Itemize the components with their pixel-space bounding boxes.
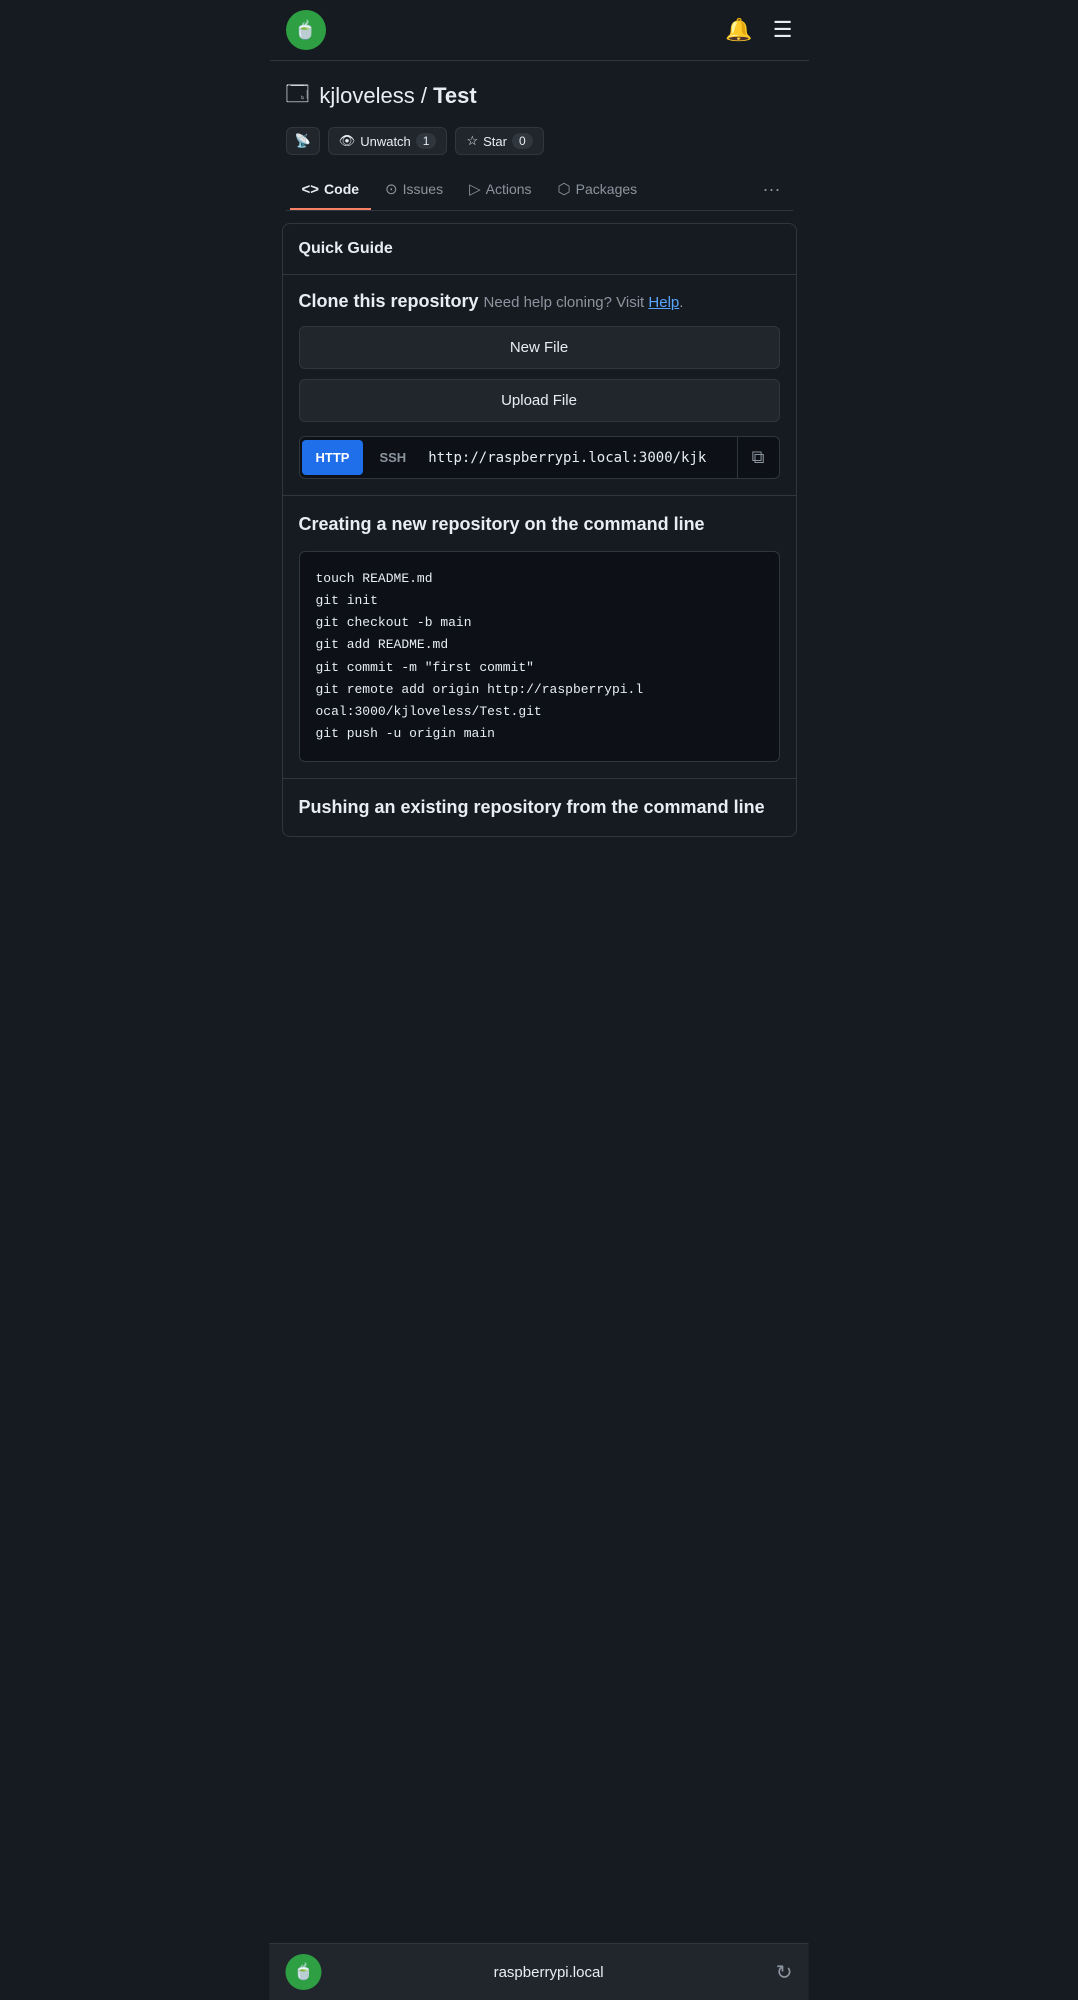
tab-code[interactable]: <> Code (290, 171, 372, 210)
star-icon: ☆ (466, 133, 478, 149)
rss-icon: 📡 (295, 133, 311, 149)
bell-icon[interactable]: 🔔 (725, 17, 752, 43)
command-code-block: touch README.md git init git checkout -b… (299, 551, 780, 762)
issues-tab-icon: ⊙ (385, 180, 398, 198)
clone-section: Clone this repository Need help cloning?… (283, 275, 796, 496)
code-line-6: git remote add origin http://raspberrypi… (316, 679, 763, 701)
star-label: Star (483, 134, 507, 149)
bottom-logo-emoji: 🍵 (294, 1962, 314, 1982)
http-proto-button[interactable]: HTTP (302, 440, 364, 475)
bottom-url-label: raspberrypi.local (494, 1964, 604, 1981)
eye-icon: 👁 (339, 133, 356, 149)
clone-url-text: http://raspberrypi.local:3000/kjk (420, 440, 736, 476)
repository-icon: 🗔 (286, 77, 310, 115)
star-button[interactable]: ☆ Star 0 (455, 127, 543, 155)
rss-button[interactable]: 📡 (286, 127, 320, 155)
issues-tab-label: Issues (403, 181, 443, 197)
quick-guide-title: Quick Guide (299, 240, 393, 257)
clone-help-link[interactable]: Help (648, 294, 679, 311)
code-line-2: git init (316, 590, 763, 612)
code-line-1: touch README.md (316, 568, 763, 590)
copy-url-button[interactable]: ⧉ (737, 437, 779, 478)
clone-header: Clone this repository Need help cloning?… (299, 291, 780, 312)
quick-guide-card: Quick Guide Clone this repository Need h… (282, 223, 797, 837)
tab-actions[interactable]: ▷ Actions (457, 170, 543, 210)
tab-packages[interactable]: ⬡ Packages (546, 170, 650, 210)
unwatch-label: Unwatch (360, 134, 411, 149)
app-logo[interactable]: 🍵 (286, 10, 326, 50)
command-section-title: Creating a new repository on the command… (299, 512, 780, 537)
tabs-more-button[interactable]: ··· (755, 169, 789, 210)
clone-help-suffix: . (679, 294, 683, 311)
create-repo-section: Creating a new repository on the command… (283, 496, 796, 779)
tab-issues[interactable]: ⊙ Issues (373, 170, 455, 210)
main-content: Quick Guide Clone this repository Need h… (270, 211, 809, 863)
code-line-5: git commit -m "first commit" (316, 657, 763, 679)
ssh-proto-button[interactable]: SSH (365, 440, 420, 475)
push-section-title: Pushing an existing repository from the … (299, 795, 780, 820)
repo-title-row: 🗔 kjloveless / Test (286, 77, 793, 115)
repo-owner[interactable]: kjloveless (319, 83, 414, 108)
repo-actions-row: 📡 👁 Unwatch 1 ☆ Star 0 (286, 127, 793, 155)
star-count: 0 (512, 133, 533, 149)
bottom-logo[interactable]: 🍵 (286, 1954, 322, 1990)
refresh-icon[interactable]: ↻ (776, 1960, 793, 1985)
code-tab-label: Code (324, 181, 359, 197)
packages-tab-icon: ⬡ (558, 180, 571, 198)
actions-tab-label: Actions (486, 181, 532, 197)
unwatch-button[interactable]: 👁 Unwatch 1 (328, 127, 448, 155)
repo-tabs: <> Code ⊙ Issues ▷ Actions ⬡ Packages ··… (286, 169, 793, 211)
clone-title: Clone this repository (299, 291, 479, 311)
code-line-7: ocal:3000/kjloveless/Test.git (316, 701, 763, 723)
packages-tab-label: Packages (576, 181, 637, 197)
code-tab-icon: <> (302, 181, 320, 198)
logo-emoji: 🍵 (294, 20, 316, 41)
top-navigation: 🍵 🔔 ☰ (270, 0, 809, 61)
repo-title: kjloveless / Test (319, 83, 476, 109)
upload-file-button[interactable]: Upload File (299, 379, 780, 422)
code-line-3: git checkout -b main (316, 612, 763, 634)
repo-header: 🗔 kjloveless / Test 📡 👁 Unwatch 1 ☆ Star… (270, 61, 809, 211)
repo-name[interactable]: Test (433, 83, 477, 108)
bottom-bar: 🍵 raspberrypi.local ↻ (270, 1943, 809, 2000)
hamburger-menu-icon[interactable]: ☰ (773, 17, 793, 43)
actions-tab-icon: ▷ (469, 180, 481, 198)
unwatch-count: 1 (416, 133, 437, 149)
clone-url-section: HTTP SSH http://raspberrypi.local:3000/k… (299, 436, 780, 479)
new-file-button[interactable]: New File (299, 326, 780, 369)
push-section: Pushing an existing repository from the … (283, 779, 796, 836)
quick-guide-header-section: Quick Guide (283, 224, 796, 275)
repo-separator: / (421, 83, 433, 108)
top-nav-right: 🔔 ☰ (725, 17, 792, 43)
clone-help-prefix: Need help cloning? Visit (484, 294, 649, 311)
code-line-8: git push -u origin main (316, 723, 763, 745)
code-line-4: git add README.md (316, 634, 763, 656)
